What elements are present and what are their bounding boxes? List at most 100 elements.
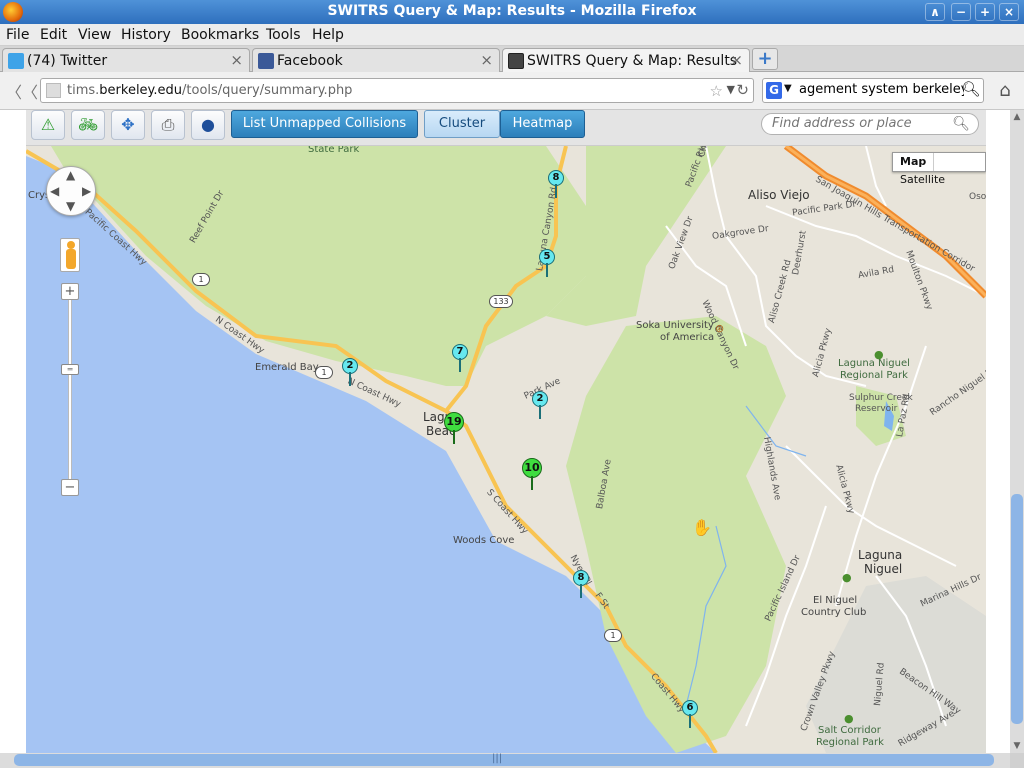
laguna-niguel-label-1: Laguna <box>858 548 903 562</box>
menu-bar: File Edit View History Bookmarks Tools H… <box>0 24 1024 46</box>
pan-left-icon[interactable]: ◀ <box>50 184 59 198</box>
url-dropdown-icon[interactable]: ▼ <box>727 83 735 96</box>
pan-right-icon[interactable]: ▶ <box>82 184 91 198</box>
back-icon[interactable]: 〈〈 <box>6 79 38 103</box>
zoom-slider-track[interactable] <box>68 292 72 488</box>
twitter-icon <box>8 53 24 69</box>
cluster-button[interactable]: Cluster <box>424 110 500 138</box>
tab-twitter[interactable]: (74) Twitter × <box>2 48 250 72</box>
scroll-grip-icon: ||| <box>492 753 503 764</box>
collision-layer-button[interactable]: ⚠ <box>31 110 65 140</box>
zoom-in-button[interactable]: + <box>61 283 79 300</box>
map-base-layer <box>26 146 986 753</box>
route-1-shield: 1 <box>192 273 210 286</box>
tab-close-icon[interactable]: × <box>230 51 243 69</box>
collision-marker[interactable]: 10 <box>522 458 542 490</box>
print-button[interactable]: ⎙ <box>151 110 185 140</box>
scroll-down-icon[interactable]: ▼ <box>1011 741 1023 751</box>
search-icon[interactable]: 🔍︎ <box>960 80 982 101</box>
scroll-up-icon[interactable]: ▲ <box>1011 112 1023 122</box>
horizontal-scroll-thumb[interactable] <box>14 754 994 766</box>
map-toolbar: ⚠ 🚲︎ ✥ ⎙ ● List Unmapped Collisions Clus… <box>26 110 986 146</box>
search-input[interactable] <box>799 82 964 97</box>
page-content: ⚠ 🚲︎ ✥ ⎙ ● List Unmapped Collisions Clus… <box>0 110 1010 753</box>
soka-university-label-1: Soka University <box>636 320 714 331</box>
expand-arrows-icon: ✥ <box>121 115 135 134</box>
google-earth-button[interactable]: ● <box>191 110 225 140</box>
collision-marker[interactable]: 2 <box>342 358 358 388</box>
collision-marker[interactable]: 8 <box>548 170 564 200</box>
google-icon[interactable]: G <box>766 82 782 99</box>
menu-edit[interactable]: Edit <box>40 27 67 43</box>
oso-label: Oso <box>969 192 986 202</box>
new-tab-button[interactable]: + <box>752 48 778 70</box>
collision-marker[interactable]: 7 <box>452 344 468 374</box>
golf-icon: ● <box>842 571 852 584</box>
search-bar[interactable]: G ▼ 🔍︎ <box>762 78 984 103</box>
window-title-bar: SWITRS Query & Map: Results - Mozilla Fi… <box>0 0 1024 24</box>
laguna-niguel-label-2: Niguel <box>864 562 903 576</box>
fit-bounds-button[interactable]: ✥ <box>111 110 145 140</box>
bookmark-star-icon[interactable]: ☆ <box>710 82 723 100</box>
route-133-shield: 133 <box>489 295 513 308</box>
map-canvas[interactable]: State Park Crys Reef Point Dr Emerald Ba… <box>26 146 986 753</box>
find-address-box[interactable]: 🔍︎ <box>761 113 979 135</box>
route-1-shield: 1 <box>604 629 622 642</box>
vertical-scroll-thumb[interactable] <box>1011 494 1023 724</box>
horizontal-scrollbar[interactable]: ||| <box>0 753 1010 768</box>
collision-marker[interactable]: 8 <box>573 570 589 600</box>
menu-bookmarks[interactable]: Bookmarks <box>181 27 259 43</box>
tab-label: SWITRS Query & Map: Results <box>527 53 738 69</box>
map-type-satellite-button[interactable]: Satellite <box>893 171 952 189</box>
emerald-bay-label: Emerald Bay <box>255 362 319 373</box>
find-address-input[interactable] <box>772 116 952 131</box>
park-icon: ● <box>844 712 854 725</box>
menu-help[interactable]: Help <box>312 27 344 43</box>
window-title: SWITRS Query & Map: Results - Mozilla Fi… <box>327 3 697 19</box>
marker-count: 19 <box>444 412 464 432</box>
site-identity-icon[interactable] <box>46 83 61 98</box>
tab-facebook[interactable]: Facebook × <box>252 48 500 72</box>
pan-control[interactable]: ▲ ▼ ◀ ▶ <box>46 166 96 216</box>
list-unmapped-collisions-button[interactable]: List Unmapped Collisions <box>231 110 418 138</box>
zoom-out-button[interactable]: − <box>61 479 79 496</box>
vertical-scrollbar[interactable]: ▲ ▼ <box>1010 110 1024 753</box>
menu-view[interactable]: View <box>78 27 111 43</box>
pan-up-icon[interactable]: ▲ <box>66 168 75 182</box>
search-icon[interactable]: 🔍︎ <box>952 116 970 132</box>
tab-close-icon[interactable]: × <box>730 51 743 69</box>
engine-dropdown-icon[interactable]: ▼ <box>784 83 792 94</box>
home-icon[interactable]: ⌂ <box>992 80 1018 104</box>
university-icon: ⊛ <box>715 322 725 335</box>
collision-marker[interactable]: 2 <box>532 391 548 421</box>
soka-university-label-2: of America <box>660 332 715 343</box>
el-niguel-label-2: Country Club <box>801 607 867 618</box>
pedestrian-icon: ⚠ <box>40 115 56 134</box>
tab-bar: (74) Twitter × Facebook × SWITRS Query &… <box>0 46 1024 73</box>
tab-switrs[interactable]: SWITRS Query & Map: Results × <box>502 48 750 73</box>
window-minimize-button[interactable]: − <box>951 3 971 21</box>
window-shade-button[interactable]: ∧ <box>925 3 945 21</box>
menu-tools[interactable]: Tools <box>266 27 301 43</box>
map-type-map-button[interactable]: Map <box>893 153 935 171</box>
window-close-button[interactable]: × <box>999 3 1019 21</box>
salt-corridor-label-2: Regional Park <box>816 737 884 748</box>
collision-marker[interactable]: 5 <box>539 249 555 279</box>
menu-file[interactable]: File <box>6 27 29 43</box>
pan-down-icon[interactable]: ▼ <box>66 199 75 213</box>
tims-icon <box>508 53 524 69</box>
laguna-niguel-park-label-2: Regional Park <box>840 370 908 381</box>
street-view-pegman-icon[interactable] <box>60 238 80 272</box>
collision-marker[interactable]: 6 <box>682 700 698 730</box>
tab-close-icon[interactable]: × <box>480 51 493 69</box>
url-bar[interactable]: tims.berkeley.edu/tools/query/summary.ph… <box>40 78 754 103</box>
menu-history[interactable]: History <box>121 27 171 43</box>
route-1-shield: 1 <box>315 366 333 379</box>
reload-icon[interactable]: ↻ <box>736 81 749 99</box>
url-text[interactable]: tims.berkeley.edu/tools/query/summary.ph… <box>67 83 352 98</box>
heatmap-button[interactable]: Heatmap <box>500 110 585 138</box>
bicycle-layer-button[interactable]: 🚲︎ <box>71 110 105 140</box>
window-maximize-button[interactable]: + <box>975 3 995 21</box>
zoom-slider-handle[interactable]: ═ <box>61 364 79 375</box>
collision-marker[interactable]: 19 <box>444 412 464 444</box>
